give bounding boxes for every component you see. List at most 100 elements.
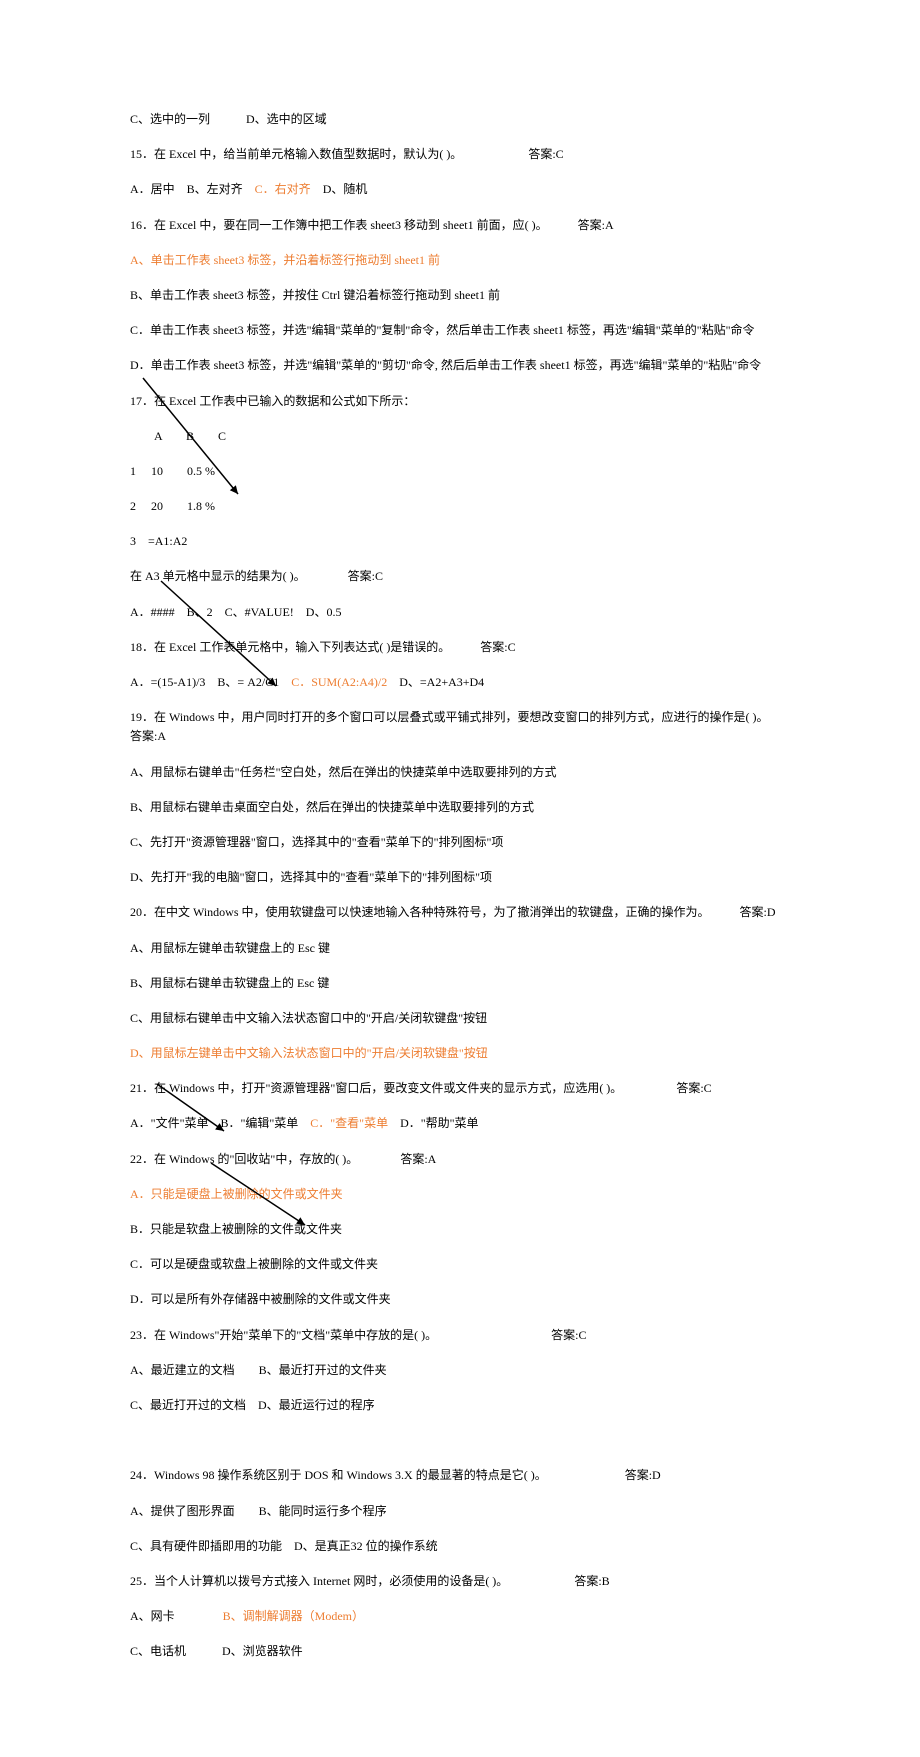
- text-line: 3 =A1:A2: [130, 532, 790, 551]
- text-line: C．可以是硬盘或软盘上被删除的文件或文件夹: [130, 1255, 790, 1274]
- text-line: B．只能是软盘上被删除的文件或文件夹: [130, 1220, 790, 1239]
- body-text: A、网卡: [130, 1609, 223, 1623]
- body-text: A．#### B、2 C、#VALUE! D、0.5: [130, 605, 341, 619]
- text-line: A、提供了图形界面 B、能同时运行多个程序: [130, 1502, 790, 1521]
- body-text: C．可以是硬盘或软盘上被删除的文件或文件夹: [130, 1257, 378, 1271]
- text-line: 2 20 1.8 %: [130, 497, 790, 516]
- body-text: D、=A2+A3+D4: [387, 675, 484, 689]
- text-line: A、单击工作表 sheet3 标签，并沿着标签行拖动到 sheet1 前: [130, 251, 790, 270]
- body-text: 答案:B: [502, 1574, 609, 1588]
- text-line: A．只能是硬盘上被删除的文件或文件夹: [130, 1185, 790, 1204]
- text-line: 21．在 Windows 中，打开"资源管理器"窗口后，要改变文件或文件夹的显示…: [130, 1079, 790, 1098]
- body-text: D、随机: [311, 182, 368, 196]
- body-text: 25．当个人计算机以拨号方式接入 Internet 网时，必须使用的设备是( )…: [130, 1574, 502, 1588]
- body-text: 17．在 Excel 工作表中已输入的数据和公式如下所示：: [130, 394, 415, 408]
- highlighted-text: C．右对齐: [255, 182, 311, 196]
- body-text: [130, 1433, 133, 1447]
- text-line: [130, 1431, 790, 1450]
- body-text: 答案:C: [431, 1328, 586, 1342]
- text-line: A．#### B、2 C、#VALUE! D、0.5: [130, 603, 790, 622]
- body-text: C、最近打开过的文档 D、最近运行过的程序: [130, 1398, 375, 1412]
- body-text: 19．在 Windows 中，用户同时打开的多个窗口可以层叠式或平铺式排列，要想…: [130, 710, 787, 743]
- body-text: C、电话机 D、浏览器软件: [130, 1644, 303, 1658]
- body-text: 2 20 1.8 %: [130, 499, 215, 513]
- document-page: C、选中的一列 D、选中的区域 15．在 Excel 中，给当前单元格输入数值型数…: [0, 0, 920, 1757]
- body-text: D、先打开"我的电脑"窗口，选择其中的"查看"菜单下的"排列图标"项: [130, 870, 492, 884]
- body-text: 20．在中文 Windows 中，使用软键盘可以快速地输入各种特殊符号，为了撤消…: [130, 905, 704, 919]
- content-container: C、选中的一列 D、选中的区域 15．在 Excel 中，给当前单元格输入数值型数…: [130, 110, 790, 1661]
- text-line: 18．在 Excel 工作表单元格中，输入下列表达式( )是错误的。 答案:C: [130, 638, 790, 657]
- body-text: C、用鼠标右键单击中文输入法状态窗口中的"开启/关闭软键盘"按钮: [130, 1011, 487, 1025]
- body-text: 在 A3 单元格中显示的结果为( )。: [130, 569, 300, 583]
- body-text: 18．在 Excel 工作表单元格中，输入下列表达式( )是错误的。 答案:C: [130, 640, 516, 654]
- body-text: A．"文件"菜单 B．"编辑"菜单: [130, 1116, 310, 1130]
- text-line: A、网卡 B、调制解调器（Modem）: [130, 1607, 790, 1626]
- text-line: 1 10 0.5 %: [130, 462, 790, 481]
- text-line: C、具有硬件即插即用的功能 D、是真正32 位的操作系统: [130, 1537, 790, 1556]
- text-line: C、选中的一列 D、选中的区域: [130, 110, 790, 129]
- body-text: A、提供了图形界面 B、能同时运行多个程序: [130, 1504, 387, 1518]
- text-line: 16．在 Excel 中，要在同一工作簿中把工作表 sheet3 移动到 she…: [130, 216, 790, 235]
- body-text: C．单击工作表 sheet3 标签，并选"编辑"菜单的"复制"命令，然后单击工作…: [130, 323, 755, 337]
- body-text: 答案:C: [456, 147, 563, 161]
- body-text: B．只能是软盘上被删除的文件或文件夹: [130, 1222, 342, 1236]
- text-line: 在 A3 单元格中显示的结果为( )。 答案:C: [130, 567, 790, 586]
- text-line: 19．在 Windows 中，用户同时打开的多个窗口可以层叠式或平铺式排列，要想…: [130, 708, 790, 746]
- body-text: 24．Windows 98 操作系统区别于 DOS 和 Windows 3.X …: [130, 1468, 541, 1482]
- body-text: B、用鼠标右键单击桌面空白处，然后在弹出的快捷菜单中选取要排列的方式: [130, 800, 534, 814]
- body-text: C、先打开"资源管理器"窗口，选择其中的"查看"菜单下的"排列图标"项: [130, 835, 503, 849]
- body-text: A B C: [130, 429, 226, 443]
- body-text: A、最近建立的文档 B、最近打开过的文件夹: [130, 1363, 387, 1377]
- text-line: 20．在中文 Windows 中，使用软键盘可以快速地输入各种特殊符号，为了撤消…: [130, 903, 790, 922]
- body-text: B、单击工作表 sheet3 标签，并按住 Ctrl 键沿着标签行拖动到 she…: [130, 288, 500, 302]
- text-line: C、用鼠标右键单击中文输入法状态窗口中的"开启/关闭软键盘"按钮: [130, 1009, 790, 1028]
- body-text: 1 10 0.5 %: [130, 464, 215, 478]
- text-line: A、用鼠标左键单击软键盘上的 Esc 键: [130, 939, 790, 958]
- text-line: C．单击工作表 sheet3 标签，并选"编辑"菜单的"复制"命令，然后单击工作…: [130, 321, 790, 340]
- body-text: A．居中 B、左对齐: [130, 182, 255, 196]
- highlighted-text: C．"查看"菜单: [310, 1116, 388, 1130]
- text-line: A．居中 B、左对齐 C．右对齐 D、随机: [130, 180, 790, 199]
- body-text: 答案:A: [352, 1152, 436, 1166]
- body-text: 答案:D: [704, 905, 776, 919]
- body-text: 23．在 Windows"开始"菜单下的"文档"菜单中存放的是( )。: [130, 1328, 431, 1342]
- body-text: 21．在 Windows 中，打开"资源管理器"窗口后，要改变文件或文件夹的显示…: [130, 1081, 616, 1095]
- body-text: D．"帮助"菜单: [388, 1116, 478, 1130]
- text-line: 23．在 Windows"开始"菜单下的"文档"菜单中存放的是( )。 答案:C: [130, 1326, 790, 1345]
- highlighted-text: C．SUM(A2:A4)/2: [291, 675, 387, 689]
- body-text: A、用鼠标左键单击软键盘上的 Esc 键: [130, 941, 330, 955]
- body-text: C、具有硬件即插即用的功能 D、是真正32 位的操作系统: [130, 1539, 438, 1553]
- text-line: D．单击工作表 sheet3 标签，并选"编辑"菜单的"剪切"命令, 然后后单击…: [130, 356, 790, 375]
- body-text: 15．在 Excel 中，给当前单元格输入数值型数据时，默认为( )。: [130, 147, 456, 161]
- highlighted-text: D、用鼠标左键单击中文输入法状态窗口中的"开启/关闭软键盘"按钮: [130, 1046, 488, 1060]
- text-line: B、用鼠标右键单击桌面空白处，然后在弹出的快捷菜单中选取要排列的方式: [130, 798, 790, 817]
- body-text: A．=(15-A1)/3 B、= A2/C1: [130, 675, 291, 689]
- body-text: 答案:C: [616, 1081, 711, 1095]
- text-line: C、先打开"资源管理器"窗口，选择其中的"查看"菜单下的"排列图标"项: [130, 833, 790, 852]
- highlighted-text: A．只能是硬盘上被删除的文件或文件夹: [130, 1187, 343, 1201]
- text-line: A、最近建立的文档 B、最近打开过的文件夹: [130, 1361, 790, 1380]
- text-line: B、用鼠标右键单击软键盘上的 Esc 键: [130, 974, 790, 993]
- body-text: D．单击工作表 sheet3 标签，并选"编辑"菜单的"剪切"命令, 然后后单击…: [130, 358, 761, 372]
- text-line: D．可以是所有外存储器中被删除的文件或文件夹: [130, 1290, 790, 1309]
- text-line: A．"文件"菜单 B．"编辑"菜单 C．"查看"菜单 D．"帮助"菜单: [130, 1114, 790, 1133]
- highlighted-text: A、单击工作表 sheet3 标签，并沿着标签行拖动到 sheet1 前: [130, 253, 440, 267]
- body-text: D．可以是所有外存储器中被删除的文件或文件夹: [130, 1292, 391, 1306]
- body-text: C、选中的一列 D、选中的区域: [130, 112, 327, 126]
- text-line: D、先打开"我的电脑"窗口，选择其中的"查看"菜单下的"排列图标"项: [130, 868, 790, 887]
- highlighted-text: B、调制解调器（Modem）: [223, 1609, 364, 1623]
- body-text: 22．在 Windows 的"回收站"中，存放的( )。: [130, 1152, 352, 1166]
- text-line: 24．Windows 98 操作系统区别于 DOS 和 Windows 3.X …: [130, 1466, 790, 1485]
- body-text: 3 =A1:A2: [130, 534, 187, 548]
- body-text: 答案:A: [542, 218, 614, 232]
- text-line: A．=(15-A1)/3 B、= A2/C1 C．SUM(A2:A4)/2 D、…: [130, 673, 790, 692]
- text-line: 25．当个人计算机以拨号方式接入 Internet 网时，必须使用的设备是( )…: [130, 1572, 790, 1591]
- text-line: C、电话机 D、浏览器软件: [130, 1642, 790, 1661]
- text-line: 15．在 Excel 中，给当前单元格输入数值型数据时，默认为( )。 答案:C: [130, 145, 790, 164]
- body-text: 答案:C: [300, 569, 383, 583]
- text-line: 17．在 Excel 工作表中已输入的数据和公式如下所示：: [130, 392, 790, 411]
- body-text: A、用鼠标右键单击"任务栏"空白处，然后在弹出的快捷菜单中选取要排列的方式: [130, 765, 556, 779]
- text-line: C、最近打开过的文档 D、最近运行过的程序: [130, 1396, 790, 1415]
- text-line: A B C: [130, 427, 790, 446]
- text-line: D、用鼠标左键单击中文输入法状态窗口中的"开启/关闭软键盘"按钮: [130, 1044, 790, 1063]
